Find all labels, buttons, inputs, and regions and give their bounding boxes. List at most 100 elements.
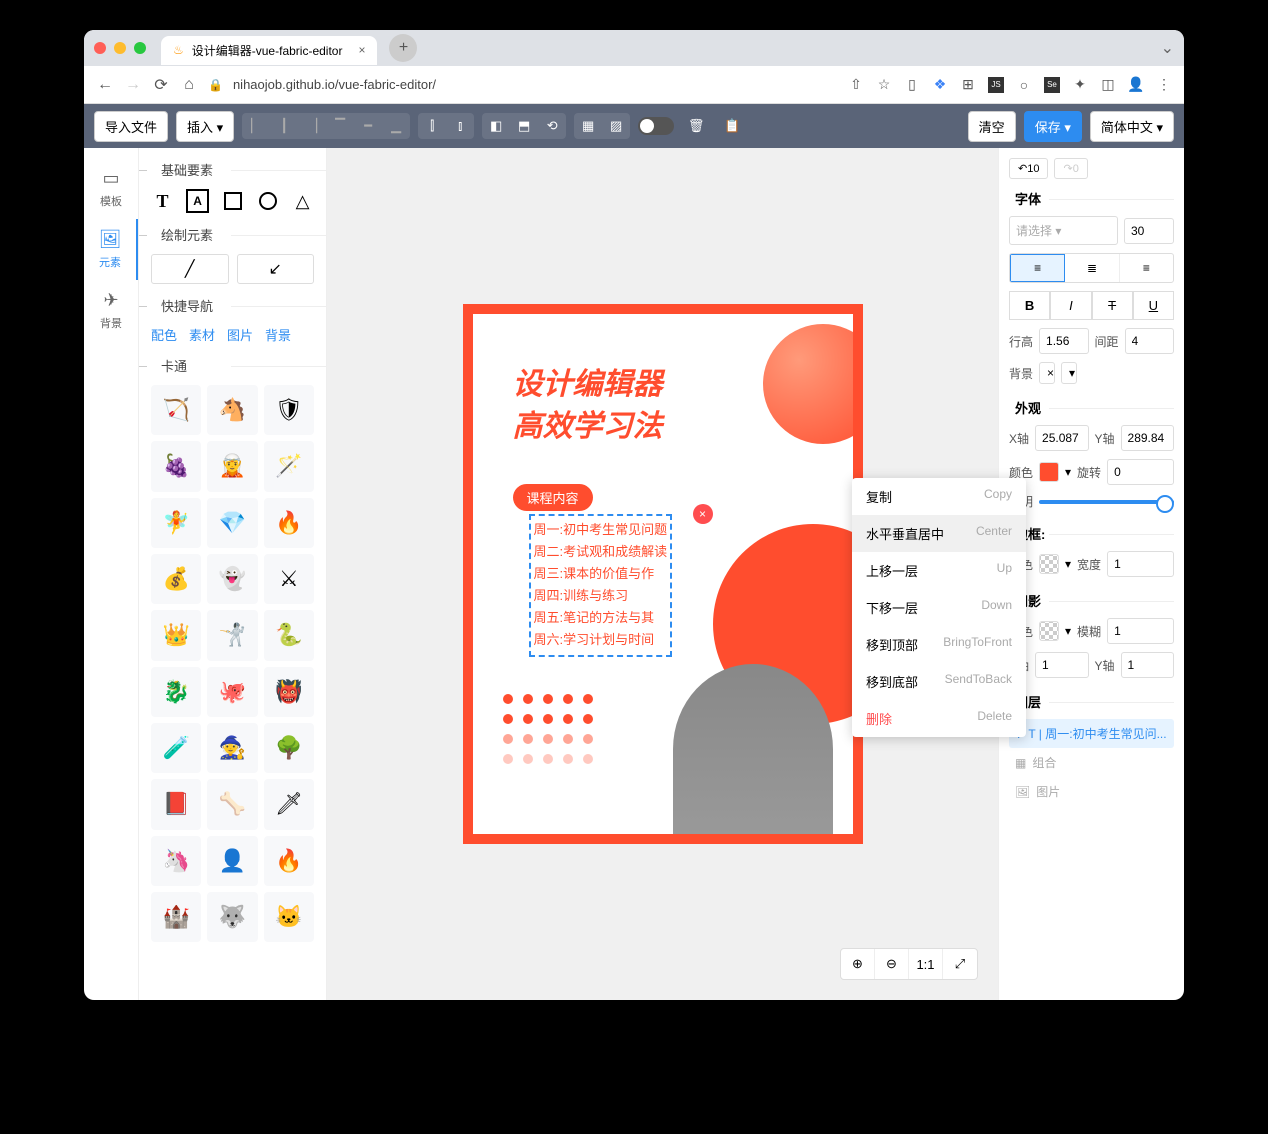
minimize-window[interactable] (114, 42, 126, 54)
circle-tool[interactable] (256, 189, 279, 213)
underline-button[interactable]: U (1133, 291, 1174, 320)
viking-icon[interactable]: ⚔ (264, 554, 314, 604)
cat-icon[interactable]: 🐱 (264, 892, 314, 942)
grid-icon[interactable]: ⊞ (960, 77, 976, 93)
lineheight-input[interactable] (1039, 328, 1088, 354)
line-tool[interactable]: ╱ (151, 254, 229, 284)
fullscreen-button[interactable]: ⤢ (943, 949, 977, 979)
home-icon[interactable]: ⌂ (180, 76, 198, 94)
text-align-center[interactable]: ≣ (1065, 254, 1119, 282)
rotate-input[interactable] (1107, 459, 1174, 485)
knight-icon[interactable]: 🤺 (207, 610, 257, 660)
text-align-left[interactable]: ≡ (1010, 254, 1065, 282)
clear-button[interactable]: 清空 (968, 111, 1016, 142)
sack-icon[interactable]: 💰 (151, 554, 201, 604)
fairy-icon[interactable]: 🧚 (151, 498, 201, 548)
blur-input[interactable] (1107, 618, 1174, 644)
panel-icon[interactable]: ◫ (1100, 77, 1116, 93)
close-window[interactable] (94, 42, 106, 54)
shadow-y-input[interactable] (1121, 652, 1174, 678)
elf-icon[interactable]: 🧝 (207, 441, 257, 491)
ctx-front[interactable]: 移到顶部BringToFront (852, 626, 1026, 663)
se-icon[interactable]: Se (1044, 77, 1060, 93)
lock-icon[interactable]: 🔒 (208, 78, 223, 92)
group-icon[interactable]: ▦ (574, 113, 602, 139)
ctx-center[interactable]: 水平垂直居中Center (852, 515, 1026, 552)
spacing-input[interactable] (1125, 328, 1174, 354)
crystal-icon[interactable]: 💎 (207, 498, 257, 548)
orc-icon[interactable]: 👹 (264, 667, 314, 717)
opacity-slider[interactable] (1039, 500, 1174, 504)
triangle-tool[interactable]: △ (291, 189, 314, 213)
rotate-icon[interactable]: ⟲ (538, 113, 566, 139)
bold-button[interactable]: B (1009, 291, 1050, 320)
circle-icon[interactable]: ○ (1016, 77, 1032, 93)
delete-element-button[interactable]: × (693, 504, 713, 524)
align-center-h-icon[interactable]: ┃ (270, 113, 298, 139)
ctx-copy[interactable]: 复制Copy (852, 478, 1026, 515)
shadow-x-input[interactable] (1035, 652, 1088, 678)
strike-button[interactable]: T (1092, 291, 1133, 320)
insert-button[interactable]: 插入 ▾ (176, 111, 234, 142)
share-icon[interactable]: ⇧ (848, 77, 864, 93)
layers-icon[interactable]: ❖ (932, 77, 948, 93)
bg-color-select[interactable]: ▾ (1061, 362, 1077, 384)
align-right-icon[interactable]: ▕ (298, 113, 326, 139)
selected-text-element[interactable]: 周一:初中考生常见问题 周二:考试观和成绩解读 周三:课本的价值与作 周四:训练… (529, 514, 673, 657)
border-color-swatch[interactable] (1039, 554, 1059, 574)
color-dropdown[interactable]: ▾ (1065, 465, 1071, 479)
ctx-up[interactable]: 上移一层Up (852, 552, 1026, 589)
arrow-tool[interactable]: ↙ (237, 254, 315, 284)
bg-clear-button[interactable]: × (1039, 362, 1055, 384)
king-icon[interactable]: 👑 (151, 610, 201, 660)
forward-icon[interactable]: → (124, 76, 142, 94)
zoom-out-button[interactable]: ⊖ (875, 949, 909, 979)
canvas[interactable]: 设计编辑器 高效学习法 课程内容 周一:初中考生常见问题 周二:考试观和成绩解读… (463, 304, 863, 844)
sidebar-item-background[interactable]: ✈ 背景 (84, 280, 138, 341)
text-tool[interactable]: T (151, 189, 174, 213)
star-icon[interactable]: ☆ (876, 77, 892, 93)
tree-icon[interactable]: 🌳 (264, 723, 314, 773)
nav-material[interactable]: 素材 (189, 325, 215, 344)
import-button[interactable]: 导入文件 (94, 111, 168, 142)
border-width-input[interactable] (1107, 551, 1174, 577)
dragon-icon[interactable]: 🐉 (151, 667, 201, 717)
flame-icon2[interactable]: 🔥 (264, 836, 314, 886)
layer-item-image[interactable]: 🖼 图片 (1009, 777, 1174, 806)
sidebar-item-templates[interactable]: ▭ 模板 (84, 158, 138, 219)
caveman-icon[interactable]: 🦴 (207, 779, 257, 829)
save-button[interactable]: 保存 ▾ (1024, 111, 1082, 142)
undo-button[interactable]: ↶10 (1009, 158, 1048, 179)
layer-item-group[interactable]: ▦ 组合 (1009, 748, 1174, 777)
shadow-color-dropdown[interactable]: ▾ (1065, 624, 1071, 638)
profile-icon[interactable]: 👤 (1128, 77, 1144, 93)
mobile-icon[interactable]: ▯ (904, 77, 920, 93)
octopus-icon[interactable]: 🐙 (207, 667, 257, 717)
centaur-icon[interactable]: 🐴 (207, 385, 257, 435)
js-icon[interactable]: JS (988, 77, 1004, 93)
puzzle-icon[interactable]: ✦ (1072, 77, 1088, 93)
nav-bg[interactable]: 背景 (265, 325, 291, 344)
font-size-input[interactable] (1124, 218, 1174, 244)
border-color-dropdown[interactable]: ▾ (1065, 557, 1071, 571)
ghost-icon[interactable]: 👻 (207, 554, 257, 604)
new-tab-button[interactable]: + (389, 34, 417, 62)
distribute-v-icon[interactable]: ⫾ (446, 113, 474, 139)
align-middle-icon[interactable]: ━ (354, 113, 382, 139)
italic-button[interactable]: I (1050, 291, 1091, 320)
grape-icon[interactable]: 🍇 (151, 441, 201, 491)
castle-icon[interactable]: 🏰 (151, 892, 201, 942)
reload-icon[interactable]: ⟳ (152, 76, 170, 94)
shield-icon[interactable]: 🛡 (264, 385, 314, 435)
wolf-icon[interactable]: 🐺 (207, 892, 257, 942)
back-icon[interactable]: ← (96, 76, 114, 94)
align-bottom-icon[interactable]: ▁ (382, 113, 410, 139)
book-icon2[interactable]: 📕 (151, 779, 201, 829)
delete-icon[interactable]: 🗑 (682, 113, 710, 139)
carpet-icon[interactable]: 🪄 (264, 441, 314, 491)
textbox-tool[interactable]: A (186, 189, 209, 213)
ctx-back[interactable]: 移到底部SendToBack (852, 663, 1026, 700)
ctx-delete[interactable]: 删除Delete (852, 700, 1026, 737)
flip-h-icon[interactable]: ◧ (482, 113, 510, 139)
align-left-icon[interactable]: ▏ (242, 113, 270, 139)
